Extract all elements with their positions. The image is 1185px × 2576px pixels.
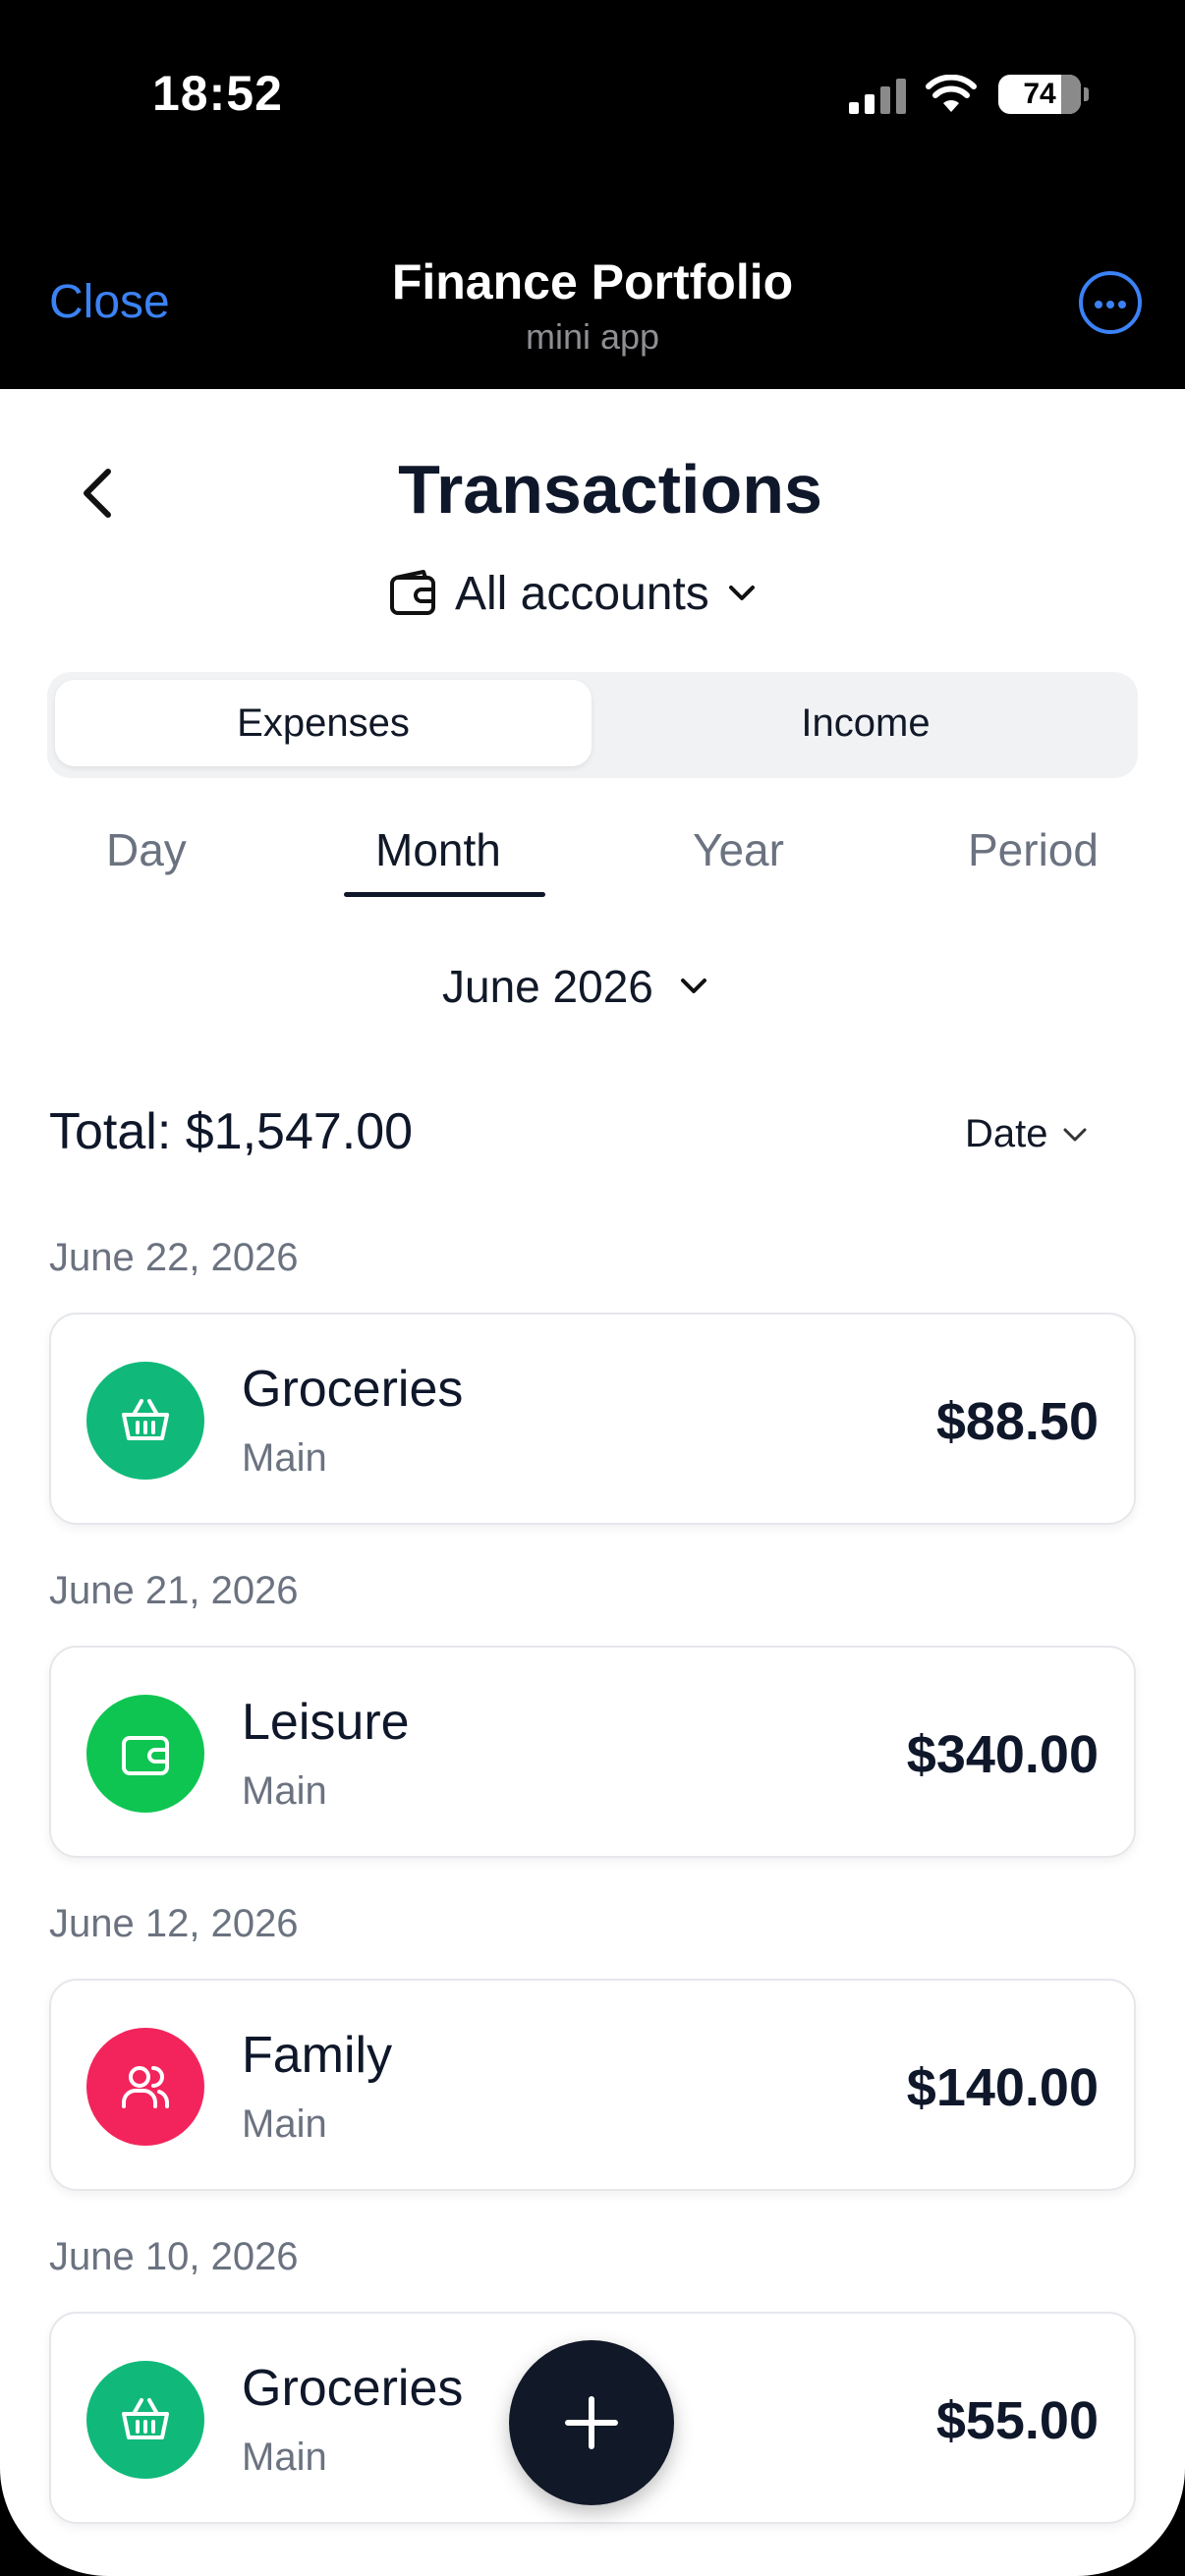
transaction-amount: $140.00	[906, 2058, 1099, 2117]
tab-month[interactable]: Month	[375, 823, 501, 876]
wifi-icon	[926, 75, 977, 112]
transaction-category: Groceries	[242, 1361, 464, 1418]
transactions-screen: Transactions All accounts Expenses Incom…	[0, 389, 1185, 2576]
chevron-down-icon	[1063, 1128, 1086, 1141]
transaction-amount: $55.00	[935, 2391, 1099, 2450]
total-amount: Total: $1,547.00	[49, 1103, 414, 1160]
transaction-account: Main	[242, 2436, 327, 2479]
transaction-amount: $340.00	[906, 1725, 1099, 1784]
group-date: June 10, 2026	[49, 2235, 299, 2278]
type-toggle: Expenses Income	[47, 672, 1138, 778]
group-date: June 12, 2026	[49, 1902, 299, 1945]
tab-period[interactable]: Period	[968, 823, 1099, 876]
page-title: Transactions	[398, 451, 822, 528]
month-selector[interactable]: June 2026	[442, 957, 710, 1016]
group-date: June 21, 2026	[49, 1569, 299, 1612]
transaction-account: Main	[242, 1436, 327, 1480]
basket-icon	[86, 1362, 204, 1480]
chevron-down-icon	[680, 979, 706, 993]
month-selector-label: June 2026	[442, 961, 653, 1012]
cellular-signal-icon	[849, 79, 906, 114]
sort-button[interactable]: Date	[965, 1112, 1090, 1156]
plus-icon	[565, 2396, 618, 2449]
battery-icon: 74	[998, 75, 1089, 114]
wallet-icon	[86, 1695, 204, 1813]
mini-app-subtitle: mini app	[525, 316, 660, 357]
mini-app-title: Finance Portfolio	[391, 254, 794, 309]
add-transaction-button[interactable]	[509, 2340, 674, 2505]
status-time: 18:52	[152, 66, 283, 121]
chevron-down-icon	[728, 586, 755, 600]
status-bar: 18:52 74	[0, 0, 1185, 196]
users-icon	[86, 2028, 204, 2146]
transaction-card[interactable]: Family Main $140.00	[49, 1979, 1136, 2191]
period-tabs: Day Month Year Period	[0, 813, 1185, 902]
transaction-card[interactable]: Groceries Main $88.50	[49, 1313, 1136, 1525]
more-horizontal-icon[interactable]	[1079, 271, 1142, 334]
transaction-category: Family	[242, 2027, 393, 2084]
mini-app-header: Close Finance Portfolio mini app	[0, 226, 1185, 389]
transaction-account: Main	[242, 1769, 327, 1813]
transaction-category: Groceries	[242, 2360, 464, 2417]
tab-year[interactable]: Year	[693, 823, 784, 876]
transaction-category: Leisure	[242, 1694, 410, 1751]
battery-level: 74	[1023, 78, 1056, 110]
sort-label: Date	[965, 1112, 1048, 1155]
tab-day[interactable]: Day	[106, 823, 187, 876]
account-selector[interactable]: All accounts	[388, 564, 759, 623]
transaction-account: Main	[242, 2102, 327, 2146]
income-toggle[interactable]: Income	[597, 680, 1134, 766]
wallet-icon	[390, 570, 435, 615]
group-date: June 22, 2026	[49, 1236, 299, 1279]
basket-icon	[86, 2361, 204, 2479]
account-selector-label: All accounts	[455, 567, 709, 620]
active-tab-indicator	[344, 892, 545, 897]
transaction-amount: $88.50	[935, 1392, 1099, 1451]
transaction-card[interactable]: Leisure Main $340.00	[49, 1646, 1136, 1858]
expenses-toggle[interactable]: Expenses	[55, 680, 592, 766]
